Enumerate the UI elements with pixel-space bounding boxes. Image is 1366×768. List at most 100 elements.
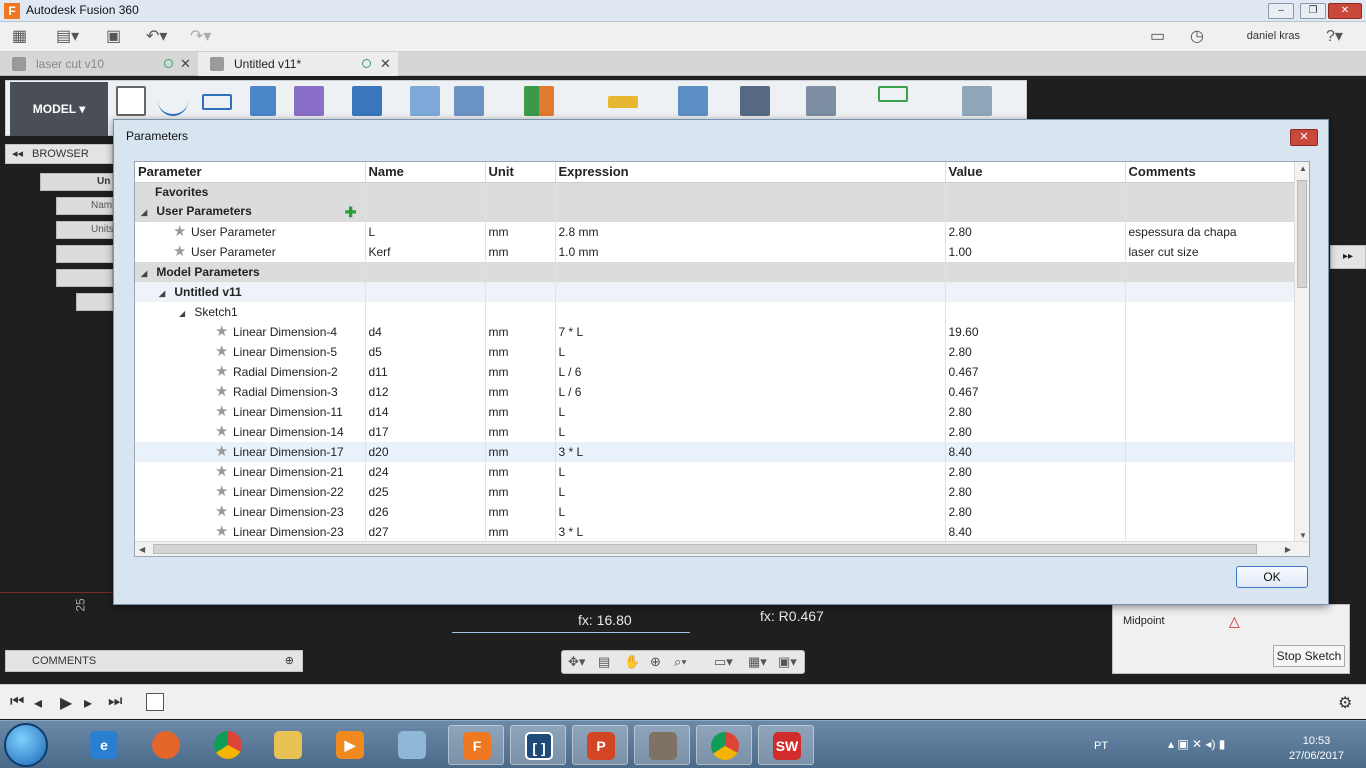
close-window-button[interactable]: ✕ <box>1328 3 1362 19</box>
table-row[interactable]: ★ User Parameter L mm 2.8 mm 2.80 espessu… <box>135 222 1296 242</box>
taskbar-ie[interactable]: e <box>76 725 132 765</box>
name-cell[interactable]: d5 <box>365 342 486 362</box>
unit-cell[interactable]: mm <box>485 362 556 382</box>
table-row[interactable]: ★ Linear Dimension-23 d27 mm 3 * L 8.40 <box>135 522 1296 542</box>
taskbar-media[interactable]: ▶ <box>322 725 378 765</box>
table-row[interactable]: ★ Linear Dimension-11 d14 mm L 2.80 <box>135 402 1296 422</box>
display-settings-icon[interactable]: ▭▾ <box>714 653 733 671</box>
name-cell[interactable]: d26 <box>365 502 486 522</box>
user-parameters-group-row[interactable]: ◢ User Parameters ✚ <box>135 202 1296 222</box>
taskbar-app2[interactable]: [ ] <box>510 725 566 765</box>
pan-icon[interactable]: ✋ <box>624 653 640 671</box>
clock[interactable]: 10:53 27/06/2017 <box>1289 734 1344 764</box>
tray-icons[interactable]: ▴ ▣ ✕ ◂) ▮ <box>1168 737 1225 751</box>
expand-palette-icon[interactable]: ▸▸ <box>1330 245 1366 269</box>
ok-button[interactable]: OK <box>1236 566 1308 588</box>
save-icon[interactable]: ▣ <box>106 28 121 46</box>
orbit-icon[interactable]: ✥▾ <box>568 653 585 671</box>
comment-cell[interactable] <box>1125 502 1296 522</box>
timeline-settings-gear-icon[interactable]: ⚙ <box>1338 693 1352 713</box>
comment-cell[interactable] <box>1125 462 1296 482</box>
column-header[interactable]: Expression <box>555 162 946 183</box>
scripts-addins-icon[interactable] <box>806 86 836 116</box>
unit-cell[interactable]: mm <box>485 342 556 362</box>
table-row[interactable]: ★ Radial Dimension-2 d11 mm L / 6 0.467 <box>135 362 1296 382</box>
name-cell[interactable]: d25 <box>365 482 486 502</box>
viewports-icon[interactable]: ▣▾ <box>778 653 797 671</box>
column-header[interactable]: Comments <box>1125 162 1296 183</box>
collapse-icon[interactable]: ◢ <box>141 269 153 278</box>
horizontal-scroll-thumb[interactable] <box>153 544 1257 554</box>
table-row[interactable]: ★ User Parameter Kerf mm 1.0 mm 1.00 lase… <box>135 242 1296 262</box>
expression-cell[interactable]: L / 6 <box>555 382 946 402</box>
close-tab-icon[interactable]: ✕ <box>180 52 191 76</box>
start-button[interactable] <box>4 723 48 767</box>
assemble-icon[interactable] <box>410 86 440 116</box>
joint-icon[interactable] <box>454 86 484 116</box>
expression-cell[interactable]: L <box>555 422 946 442</box>
name-cell[interactable]: d14 <box>365 402 486 422</box>
column-header[interactable]: Value <box>945 162 1126 183</box>
line-spline-icon[interactable] <box>158 86 188 116</box>
comment-cell[interactable] <box>1125 342 1296 362</box>
unit-cell[interactable]: mm <box>485 502 556 522</box>
unit-cell[interactable]: mm <box>485 402 556 422</box>
favorites-group-row[interactable]: Favorites <box>135 182 1296 202</box>
step-back-icon[interactable]: ◂ <box>34 693 42 713</box>
taskbar-firefox[interactable] <box>138 725 194 765</box>
comment-cell[interactable] <box>1125 402 1296 422</box>
scroll-up-icon[interactable]: ▲ <box>1299 164 1307 173</box>
data-panel-grid-icon[interactable]: ▦ <box>12 28 27 46</box>
unit-cell[interactable]: mm <box>485 222 556 242</box>
name-cell[interactable]: d20 <box>365 442 486 462</box>
column-header[interactable]: Unit <box>485 162 556 183</box>
favorite-star-icon[interactable]: ★ <box>215 404 233 419</box>
table-row[interactable]: ★ Linear Dimension-23 d26 mm L 2.80 <box>135 502 1296 522</box>
comment-cell[interactable] <box>1125 422 1296 442</box>
midpoint-constraint-icon[interactable]: △ <box>1229 613 1240 630</box>
stop-sketch-icon[interactable] <box>962 86 992 116</box>
press-pull-icon[interactable] <box>352 86 382 116</box>
scroll-left-icon[interactable]: ◀ <box>139 545 145 554</box>
dialog-close-button[interactable]: ✕ <box>1290 129 1318 146</box>
help-icon[interactable]: ?▾ <box>1326 28 1343 46</box>
stop-sketch-button[interactable]: Stop Sketch <box>1273 645 1345 667</box>
component-row[interactable]: ◢ Untitled v11 <box>135 282 1296 302</box>
go-to-end-icon[interactable]: ⏭ <box>108 693 122 711</box>
browser-root-node[interactable]: Un <box>40 173 113 191</box>
unit-cell[interactable]: mm <box>485 422 556 442</box>
unit-cell[interactable]: mm <box>485 482 556 502</box>
favorite-star-icon[interactable]: ★ <box>215 364 233 379</box>
file-menu-icon[interactable]: ▤▾ <box>56 28 79 46</box>
table-row[interactable]: ★ Linear Dimension-22 d25 mm L 2.80 <box>135 482 1296 502</box>
create-sketch-icon[interactable] <box>116 86 146 116</box>
fit-icon[interactable]: ⌕▾ <box>674 653 687 671</box>
favorite-star-icon[interactable]: ★ <box>215 484 233 499</box>
browser-named-views-node[interactable]: Nam <box>56 197 113 215</box>
name-cell[interactable]: L <box>365 222 486 242</box>
redo-icon[interactable]: ↷▾ <box>190 28 211 46</box>
table-row[interactable]: ★ Linear Dimension-5 d5 mm L 2.80 <box>135 342 1296 362</box>
scroll-down-icon[interactable]: ▼ <box>1299 531 1307 540</box>
scroll-right-icon[interactable]: ▶ <box>1285 545 1291 554</box>
name-cell[interactable]: Kerf <box>365 242 486 262</box>
vertical-scroll-thumb[interactable] <box>1297 180 1307 288</box>
favorite-star-icon[interactable]: ★ <box>215 344 233 359</box>
construct-plane-icon[interactable] <box>524 86 554 116</box>
browser-sketches-node[interactable] <box>56 269 113 287</box>
collapse-icon[interactable]: ◢ <box>159 289 171 298</box>
favorite-star-icon[interactable]: ★ <box>215 324 233 339</box>
comment-cell[interactable] <box>1125 482 1296 502</box>
model-parameters-group-row[interactable]: ◢ Model Parameters <box>135 262 1296 282</box>
collapse-icon[interactable]: ◢ <box>179 309 191 318</box>
taskbar-fusion[interactable]: F <box>448 725 504 765</box>
radius-dimension-label[interactable]: fx: R0.467 <box>760 608 824 624</box>
expression-cell[interactable]: 2.8 mm <box>555 222 946 242</box>
step-forward-icon[interactable]: ▸ <box>84 693 92 713</box>
add-user-parameter-icon[interactable]: ✚ <box>345 204 357 221</box>
expression-cell[interactable]: L <box>555 462 946 482</box>
name-cell[interactable]: d12 <box>365 382 486 402</box>
look-at-icon[interactable]: ▤ <box>598 653 610 671</box>
table-row[interactable]: ★ Linear Dimension-4 d4 mm 7 * L 19.60 <box>135 322 1296 342</box>
expression-cell[interactable]: L <box>555 482 946 502</box>
